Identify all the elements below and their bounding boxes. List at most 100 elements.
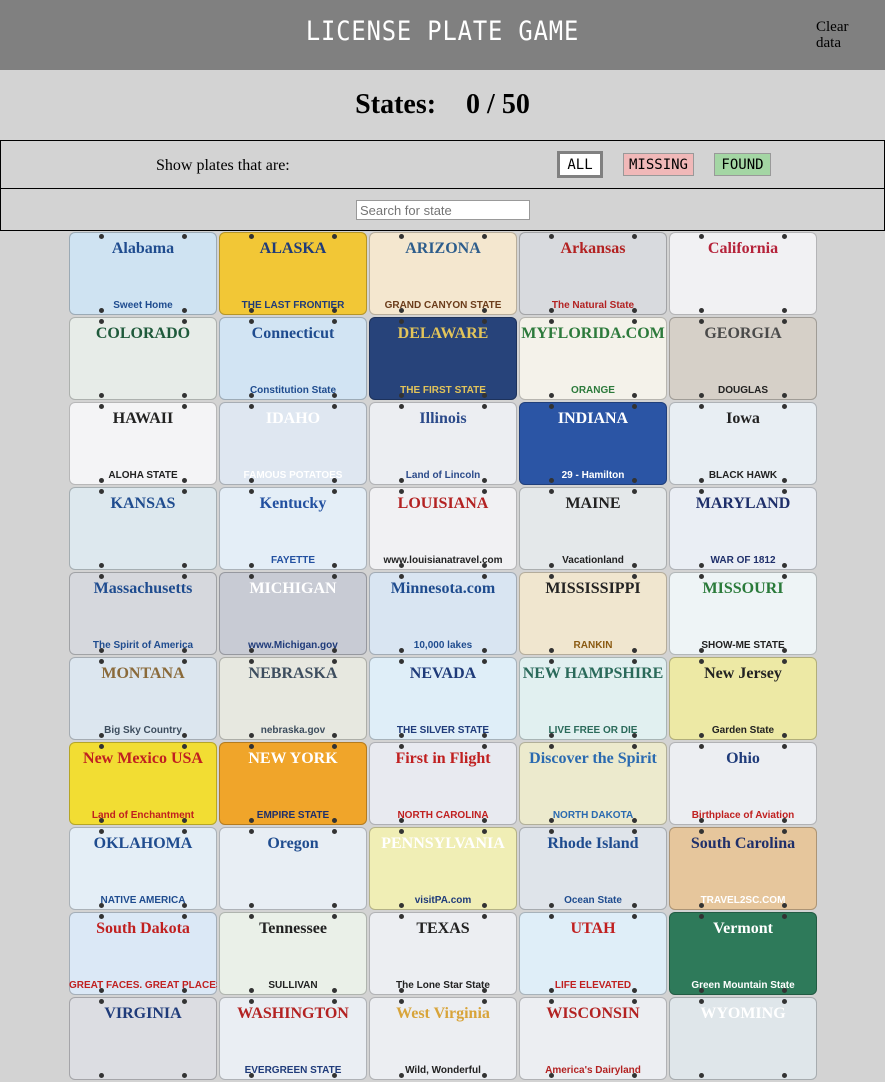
filter-all-button[interactable]: ALL <box>557 151 603 178</box>
plate-slogan: GRAND CANYON STATE <box>384 300 502 311</box>
license-plate[interactable]: Ohio Birthplace of Aviation <box>669 742 817 825</box>
plate-state-name: NEVADA <box>409 665 477 682</box>
license-plate[interactable]: INDIANA 29 - Hamilton <box>519 402 667 485</box>
license-plate[interactable]: GEORGIA DOUGLAS <box>669 317 817 400</box>
license-plate[interactable]: Rhode Island Ocean State <box>519 827 667 910</box>
license-plate[interactable]: MISSOURI SHOW-ME STATE <box>669 572 817 655</box>
app-title: License Plate Game <box>305 16 580 47</box>
license-plate[interactable]: ALASKA THE LAST FRONTIER <box>219 232 367 315</box>
bolt-icon <box>782 319 787 324</box>
search-input[interactable] <box>356 200 530 220</box>
license-plate[interactable]: TEXAS The Lone Star State <box>369 912 517 995</box>
license-plate[interactable]: MICHIGAN www.Michigan.gov <box>219 572 367 655</box>
license-plate[interactable]: Alabama Sweet Home <box>69 232 217 315</box>
license-plate[interactable]: UTAH LIFE ELEVATED <box>519 912 667 995</box>
bolt-icon <box>249 914 254 919</box>
bolt-icon <box>482 489 487 494</box>
bolt-icon <box>699 489 704 494</box>
plate-state-name: TEXAS <box>416 920 470 937</box>
plate-state-name: Kentucky <box>259 495 327 512</box>
license-plate[interactable]: Iowa BLACK HAWK <box>669 402 817 485</box>
license-plate[interactable]: WASHINGTON EVERGREEN STATE <box>219 997 367 1080</box>
bolt-icon <box>399 404 404 409</box>
license-plate[interactable]: IDAHO FAMOUS POTATOES <box>219 402 367 485</box>
bolt-icon <box>549 319 554 324</box>
plate-state-name: South Dakota <box>96 920 190 937</box>
license-plate[interactable]: Illinois Land of Lincoln <box>369 402 517 485</box>
bolt-icon <box>399 489 404 494</box>
bolt-icon <box>632 404 637 409</box>
license-plate[interactable]: DELAWARE THE FIRST STATE <box>369 317 517 400</box>
plate-slogan: FAYETTE <box>270 555 316 566</box>
bolt-icon <box>399 999 404 1004</box>
plate-state-name: MAINE <box>565 495 621 512</box>
license-plate[interactable]: NEW YORK EMPIRE STATE <box>219 742 367 825</box>
bolt-icon <box>632 999 637 1004</box>
plate-slogan: nebraska.gov <box>260 725 326 736</box>
filter-missing-button[interactable]: MISSING <box>623 153 694 176</box>
bolt-icon <box>632 234 637 239</box>
license-plate[interactable]: MAINE Vacationland <box>519 487 667 570</box>
license-plate[interactable]: HAWAII ALOHA STATE <box>69 402 217 485</box>
bolt-icon <box>549 234 554 239</box>
license-plate[interactable]: Oregon <box>219 827 367 910</box>
license-plate[interactable]: LOUISIANA www.louisianatravel.com <box>369 487 517 570</box>
bolt-icon <box>782 308 787 313</box>
license-plate[interactable]: Minnesota.com 10,000 lakes <box>369 572 517 655</box>
license-plate[interactable]: Vermont Green Mountain State <box>669 912 817 995</box>
license-plate[interactable]: California <box>669 232 817 315</box>
bolt-icon <box>549 999 554 1004</box>
bolt-icon <box>99 563 104 568</box>
plate-slogan: Garden State <box>711 725 775 736</box>
plate-slogan: Wild, Wonderful <box>405 1065 481 1076</box>
license-plate[interactable]: VIRGINIA <box>69 997 217 1080</box>
plate-slogan: THE LAST FRONTIER <box>241 300 345 311</box>
license-plate[interactable]: Kentucky FAYETTE <box>219 487 367 570</box>
bolt-icon <box>332 574 337 579</box>
plate-slogan: Land of Enchantment <box>91 810 195 821</box>
license-plate[interactable]: NEBRASKA nebraska.gov <box>219 657 367 740</box>
bolt-icon <box>332 744 337 749</box>
license-plate[interactable]: New Mexico USA Land of Enchantment <box>69 742 217 825</box>
license-plate[interactable]: OKLAHOMA NATIVE AMERICA <box>69 827 217 910</box>
clear-data-button[interactable]: Clear data <box>816 19 866 51</box>
plate-state-name: ARIZONA <box>405 240 481 257</box>
license-plate[interactable]: WYOMING <box>669 997 817 1080</box>
filter-found-button[interactable]: FOUND <box>714 153 771 176</box>
license-plate[interactable]: West Virginia Wild, Wonderful <box>369 997 517 1080</box>
plate-slogan: LIVE FREE OR DIE <box>548 725 638 736</box>
plate-state-name: INDIANA <box>557 410 629 427</box>
license-plate[interactable]: COLORADO <box>69 317 217 400</box>
license-plate[interactable]: New Jersey Garden State <box>669 657 817 740</box>
bolt-icon <box>99 319 104 324</box>
bolt-icon <box>182 744 187 749</box>
license-plate[interactable]: KANSAS <box>69 487 217 570</box>
license-plate[interactable]: MYFLORIDA.COM ORANGE <box>519 317 667 400</box>
license-plate[interactable]: ARIZONA GRAND CANYON STATE <box>369 232 517 315</box>
license-plate[interactable]: Arkansas The Natural State <box>519 232 667 315</box>
plate-state-name: First in Flight <box>395 750 491 767</box>
license-plate[interactable]: South Carolina TRAVEL2SC.COM <box>669 827 817 910</box>
bolt-icon <box>549 404 554 409</box>
plate-slogan: BLACK HAWK <box>708 470 778 481</box>
bolt-icon <box>632 829 637 834</box>
license-plate[interactable]: MISSISSIPPI RANKIN <box>519 572 667 655</box>
license-plate[interactable]: Connecticut Constitution State <box>219 317 367 400</box>
license-plate[interactable]: First in Flight NORTH CAROLINA <box>369 742 517 825</box>
license-plate[interactable]: South Dakota GREAT FACES. GREAT PLACES. <box>69 912 217 995</box>
plate-state-name: NEW YORK <box>248 750 338 767</box>
license-plate[interactable]: NEW HAMPSHIRE LIVE FREE OR DIE <box>519 657 667 740</box>
bolt-icon <box>182 404 187 409</box>
license-plate[interactable]: NEVADA THE SILVER STATE <box>369 657 517 740</box>
plate-state-name: HAWAII <box>112 410 174 427</box>
license-plate[interactable]: Discover the Spirit NORTH DAKOTA <box>519 742 667 825</box>
license-plate[interactable]: MARYLAND WAR OF 1812 <box>669 487 817 570</box>
plate-slogan: Sweet Home <box>113 300 173 311</box>
license-plate[interactable]: Tennessee SULLIVAN <box>219 912 367 995</box>
license-plate[interactable]: WISCONSIN America's Dairyland <box>519 997 667 1080</box>
license-plate[interactable]: PENNSYLVANIA visitPA.com <box>369 827 517 910</box>
license-plate[interactable]: Massachusetts The Spirit of America <box>69 572 217 655</box>
plate-state-name: Rhode Island <box>547 835 639 852</box>
license-plate[interactable]: MONTANA Big Sky Country <box>69 657 217 740</box>
bolt-icon <box>332 903 337 908</box>
